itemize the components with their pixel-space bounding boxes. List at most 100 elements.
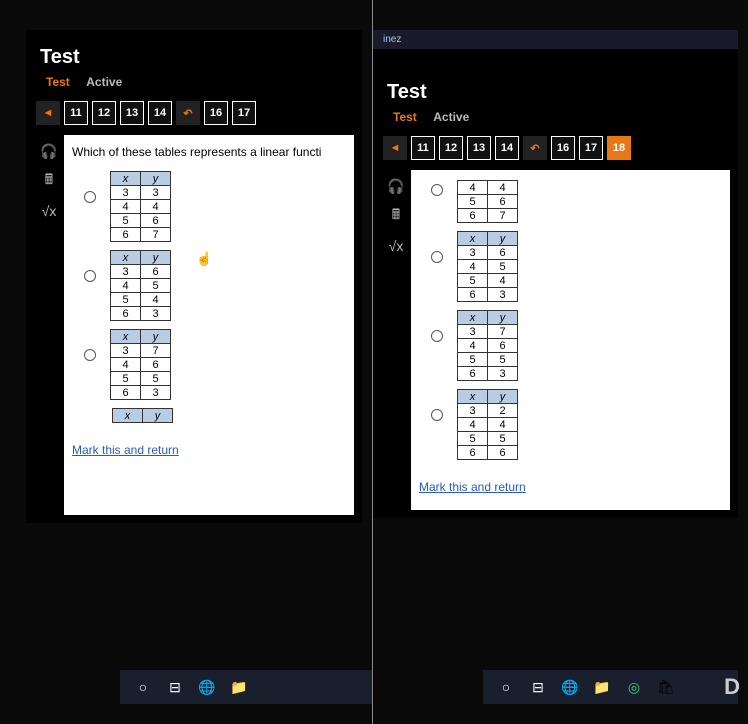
table-c: xy 37 46 55 63 (457, 310, 518, 381)
photo-right: inez Test Test Active ◄ 11 12 13 14 ↶ 16… (373, 0, 748, 724)
nav-q14[interactable]: 14 (495, 136, 519, 160)
laptop-bezel-left: Test Test Active ◄ 11 12 13 14 ↶ 16 17 🎧… (0, 0, 372, 724)
question-nav: ◄ 11 12 13 14 ↶ 16 17 18 (381, 132, 730, 170)
table-row: 66 (458, 446, 518, 460)
table-row: 63 (111, 386, 171, 400)
table-row: 55 (458, 353, 518, 367)
nav-q13[interactable]: 13 (467, 136, 491, 160)
option-d[interactable]: xy (112, 408, 346, 423)
page-title: Test (381, 77, 730, 106)
laptop-brand-logo: D (724, 674, 740, 700)
tab-active[interactable]: Active (427, 108, 475, 126)
radio-c[interactable] (84, 349, 96, 361)
nav-prev-button[interactable]: ◄ (36, 101, 60, 125)
mark-return-link[interactable]: Mark this and return (419, 480, 526, 494)
mark-return-link[interactable]: Mark this and return (72, 443, 179, 457)
nav-undo-button[interactable]: ↶ (176, 101, 200, 125)
cortana-icon[interactable]: ○ (495, 676, 517, 698)
table-row: 63 (458, 288, 518, 302)
radio-b[interactable] (431, 251, 443, 263)
table-row: 44 (458, 418, 518, 432)
taskview-icon[interactable]: ⊟ (164, 676, 186, 698)
nav-q17[interactable]: 17 (579, 136, 603, 160)
table-row: 36 (458, 246, 518, 260)
table-row: 54 (111, 293, 171, 307)
radio-b[interactable] (84, 270, 96, 282)
tool-rail: 🎧 🖩 √x (34, 135, 64, 515)
option-a[interactable]: xy 33 44 56 67 (84, 171, 346, 242)
option-b[interactable]: xy 36 45 54 63 (431, 231, 722, 302)
content-area: 🎧 🖩 √x Which of these tables represents … (34, 135, 354, 515)
headphones-icon[interactable]: 🎧 (385, 176, 407, 196)
edge-icon[interactable]: 🌐 (196, 676, 218, 698)
table-row: 37 (111, 344, 171, 358)
nav-undo-button[interactable]: ↶ (523, 136, 547, 160)
tab-active[interactable]: Active (80, 73, 128, 91)
store-icon[interactable]: 🛍 (655, 676, 677, 698)
table-row: 54 (458, 274, 518, 288)
nav-q16[interactable]: 16 (551, 136, 575, 160)
table-b: xy 36 45 54 63 (457, 231, 518, 302)
explorer-icon[interactable]: 📁 (591, 676, 613, 698)
option-b[interactable]: xy 36 45 54 63 (84, 250, 346, 321)
table-row: 67 (458, 209, 518, 223)
table-row: 46 (458, 339, 518, 353)
nav-q11[interactable]: 11 (411, 136, 435, 160)
nav-q16[interactable]: 16 (204, 101, 228, 125)
formula-icon[interactable]: √x (38, 201, 60, 221)
question-nav: ◄ 11 12 13 14 ↶ 16 17 (34, 97, 354, 135)
screen-left: Test Test Active ◄ 11 12 13 14 ↶ 16 17 🎧… (26, 30, 362, 523)
table-prev-cont: 44 56 67 (457, 180, 518, 223)
option-c[interactable]: xy 37 46 55 63 (431, 310, 722, 381)
radio-a[interactable] (84, 191, 96, 203)
nav-q13[interactable]: 13 (120, 101, 144, 125)
table-row: 33 (111, 186, 171, 200)
option-prev-cont[interactable]: 44 56 67 (431, 180, 722, 223)
tool-rail: 🎧 🖩 √x (381, 170, 411, 510)
page-title: Test (34, 42, 354, 71)
nav-q11[interactable]: 11 (64, 101, 88, 125)
radio-c[interactable] (431, 330, 443, 342)
laptop-bezel-right: inez Test Test Active ◄ 11 12 13 14 ↶ 16… (373, 0, 748, 724)
nav-prev-button[interactable]: ◄ (383, 136, 407, 160)
table-row: 32 (458, 404, 518, 418)
formula-icon[interactable]: √x (385, 236, 407, 256)
table-row: 45 (111, 279, 171, 293)
radio-d[interactable] (431, 409, 443, 421)
option-d[interactable]: xy 32 44 55 66 (431, 389, 722, 460)
question-panel: Which of these tables represents a linea… (64, 135, 354, 515)
table-row: 46 (111, 358, 171, 372)
taskview-icon[interactable]: ⊟ (527, 676, 549, 698)
nav-q18[interactable]: 18 (607, 136, 631, 160)
table-b: xy 36 45 54 63 (110, 250, 171, 321)
photo-left: Test Test Active ◄ 11 12 13 14 ↶ 16 17 🎧… (0, 0, 373, 724)
nav-q14[interactable]: 14 (148, 101, 172, 125)
tab-test[interactable]: Test (387, 108, 423, 126)
chrome-icon[interactable]: ◎ (623, 676, 645, 698)
question-panel: 44 56 67 xy 36 45 54 63 (411, 170, 730, 510)
nav-q17[interactable]: 17 (232, 101, 256, 125)
tab-row: Test Active (381, 106, 730, 132)
calculator-icon[interactable]: 🖩 (38, 171, 60, 191)
radio-prev[interactable] (431, 184, 443, 196)
tab-row: Test Active (34, 71, 354, 97)
taskbar-right: ○ ⊟ 🌐 📁 ◎ 🛍 (483, 670, 738, 704)
table-row: 37 (458, 325, 518, 339)
window-title-fragment: inez (373, 30, 738, 49)
table-row: 55 (458, 432, 518, 446)
nav-q12[interactable]: 12 (439, 136, 463, 160)
cortana-icon[interactable]: ○ (132, 676, 154, 698)
taskbar-left: ○ ⊟ 🌐 📁 (120, 670, 372, 704)
tab-test[interactable]: Test (40, 73, 76, 91)
calculator-icon[interactable]: 🖩 (385, 206, 407, 226)
edge-icon[interactable]: 🌐 (559, 676, 581, 698)
headphones-icon[interactable]: 🎧 (38, 141, 60, 161)
option-c[interactable]: xy 37 46 55 63 (84, 329, 346, 400)
table-d: xy (112, 408, 173, 423)
table-row: 36 (111, 265, 171, 279)
explorer-icon[interactable]: 📁 (228, 676, 250, 698)
table-row: 45 (458, 260, 518, 274)
table-row: 56 (458, 195, 518, 209)
question-text: Which of these tables represents a linea… (72, 145, 346, 159)
nav-q12[interactable]: 12 (92, 101, 116, 125)
